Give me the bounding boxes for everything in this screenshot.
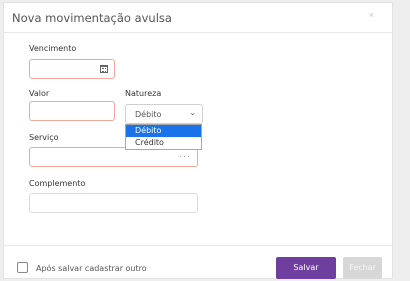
- header-divider: [4, 32, 392, 33]
- new-transaction-modal: Nova movimentação avulsa × Vencimento Va…: [3, 2, 393, 279]
- footer-divider: [4, 245, 392, 246]
- close-icon[interactable]: ×: [369, 10, 374, 20]
- valor-label: Valor: [29, 89, 50, 98]
- natureza-option-debito[interactable]: Débito: [126, 125, 201, 137]
- save-button[interactable]: Salvar: [276, 257, 336, 279]
- servico-label: Serviço: [29, 133, 59, 142]
- natureza-select[interactable]: Débito ⌄: [125, 104, 203, 124]
- vencimento-label: Vencimento: [29, 44, 77, 53]
- register-another-checkbox[interactable]: [17, 262, 28, 273]
- register-another-label: Após salvar cadastrar outro: [36, 264, 147, 273]
- calendar-icon[interactable]: [100, 65, 108, 73]
- complemento-input[interactable]: [29, 193, 198, 213]
- natureza-label: Natureza: [125, 89, 162, 98]
- lookup-icon[interactable]: ···: [179, 151, 191, 161]
- vencimento-date-input[interactable]: [29, 59, 115, 79]
- complemento-label: Complemento: [29, 179, 86, 188]
- natureza-dropdown: Débito Crédito: [125, 124, 202, 150]
- chevron-down-icon: ⌄: [189, 108, 196, 117]
- modal-title: Nova movimentação avulsa: [12, 11, 172, 25]
- close-button[interactable]: Fechar: [343, 257, 382, 279]
- servico-input[interactable]: ···: [29, 147, 198, 167]
- valor-input[interactable]: [29, 101, 115, 121]
- natureza-option-credito[interactable]: Crédito: [126, 137, 201, 149]
- natureza-selected-value: Débito: [135, 110, 162, 119]
